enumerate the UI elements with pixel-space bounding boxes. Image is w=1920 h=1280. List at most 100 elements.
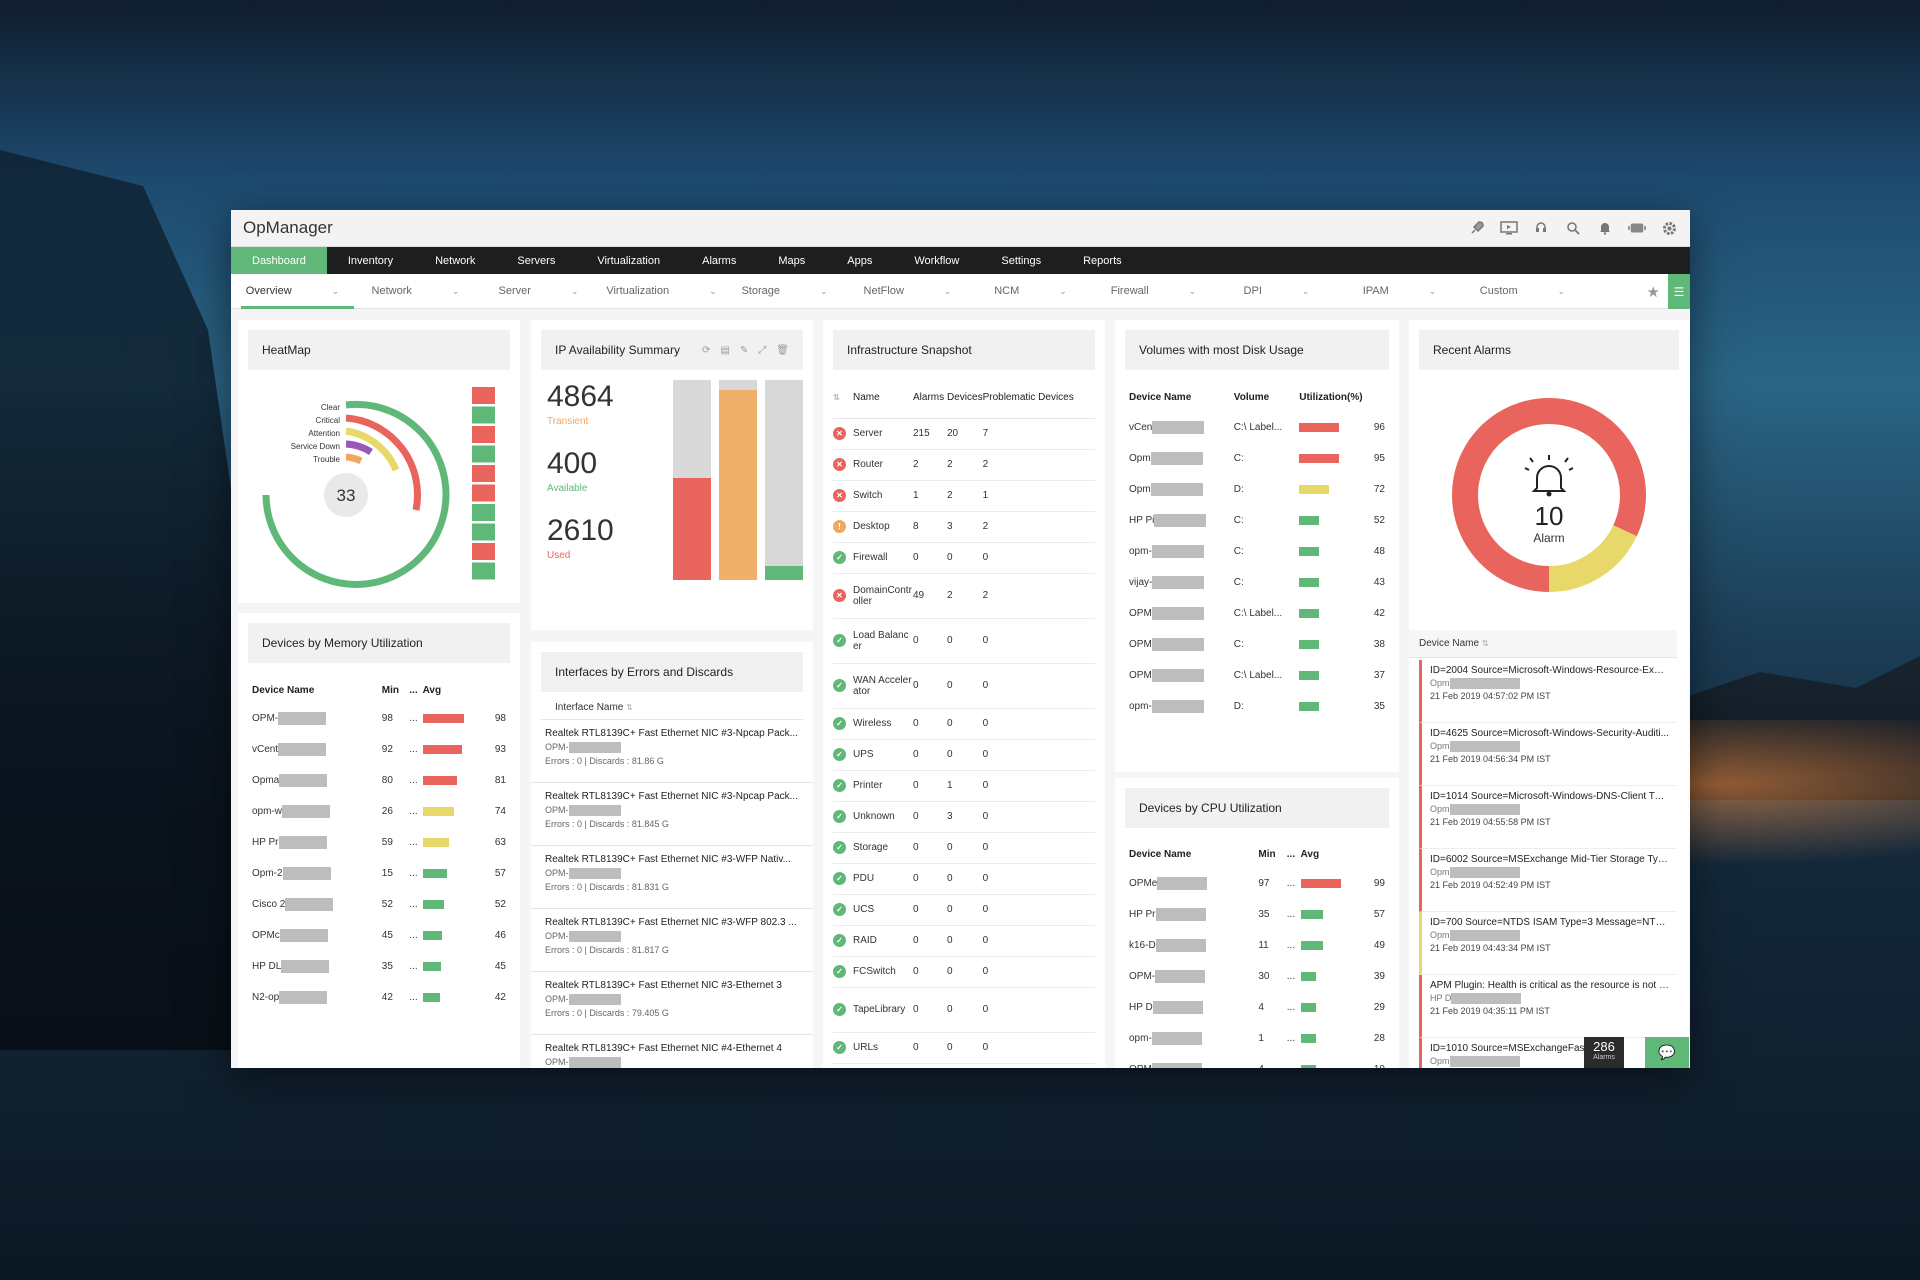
col-more[interactable]: ... (409, 677, 422, 703)
heatmap-cell[interactable] (472, 484, 495, 502)
table-row[interactable]: ✓ WAN Accelerator 0 0 0 (833, 663, 1095, 708)
ip-bar-transient[interactable] (673, 380, 711, 580)
chevron-down-icon[interactable]: ⌄ (1189, 286, 1197, 297)
table-row[interactable]: ✓ UCS 0 0 0 (833, 894, 1095, 925)
device-cell[interactable]: HP Pr (1129, 899, 1258, 930)
ip-bar-used[interactable] (765, 380, 803, 580)
chevron-down-icon[interactable]: ⌄ (1059, 286, 1067, 297)
tab-storage[interactable]: Storage ⌄ (723, 274, 846, 308)
chevron-down-icon[interactable]: ⌄ (1558, 286, 1566, 297)
device-cell[interactable]: OPM (1129, 598, 1234, 629)
category-name[interactable]: Router (853, 449, 913, 480)
list-item[interactable]: Realtek RTL8139C+ Fast Ethernet NIC #3-W… (531, 909, 813, 972)
heatmap-cell[interactable] (472, 426, 495, 443)
device-cell[interactable]: OPMc (252, 920, 382, 951)
device-cell[interactable]: OPM- (1129, 961, 1258, 992)
list-item[interactable]: Realtek RTL8139C+ Fast Ethernet NIC #3-N… (531, 720, 813, 783)
device-cell[interactable]: Opma (252, 765, 382, 796)
table-row[interactable]: Opm-2 15... 57 (252, 858, 506, 889)
device-cell[interactable]: HP DL (252, 951, 382, 982)
list-item[interactable]: Realtek RTL8139C+ Fast Ethernet NIC #4-E… (531, 1035, 813, 1068)
table-row[interactable]: HP Pr 59... 63 (252, 827, 506, 858)
category-name[interactable]: PDU (853, 863, 913, 894)
nav-apps[interactable]: Apps (826, 247, 893, 274)
heatmap-cell[interactable] (472, 504, 495, 521)
table-row[interactable]: OPM- 30... 39 (1129, 961, 1385, 992)
col-name[interactable]: Name (853, 378, 913, 418)
col-device-name[interactable]: Device Name (252, 677, 382, 703)
list-item[interactable]: Realtek RTL8139C+ Fast Ethernet NIC #3-N… (531, 783, 813, 846)
category-name[interactable]: DomainController (853, 573, 913, 618)
table-row[interactable]: k16-D 11... 49 (1129, 930, 1385, 961)
device-cell[interactable]: opm- (1129, 691, 1234, 722)
category-name[interactable]: UCS (853, 894, 913, 925)
tab-ncm[interactable]: NCM ⌄ (969, 274, 1092, 308)
search-icon[interactable] (1564, 219, 1582, 237)
list-item[interactable]: ID=1010 Source=MSExchangeFast...pe=... Op… (1419, 1038, 1677, 1068)
rocket-icon[interactable] (1468, 219, 1486, 237)
device-cell[interactable]: N2-op (252, 982, 382, 1013)
table-row[interactable]: ✓ PDU 0 0 0 (833, 863, 1095, 894)
nav-reports[interactable]: Reports (1062, 247, 1143, 274)
col-problematic[interactable]: Problematic Devices (983, 378, 1095, 418)
sort-icon[interactable]: ⇅ (833, 378, 853, 418)
nav-alarms[interactable]: Alarms (681, 247, 757, 274)
ip-bar-available[interactable] (719, 380, 757, 580)
table-row[interactable]: ✕ DomainController 49 2 2 (833, 573, 1095, 618)
col-device-name[interactable]: Device Name (1129, 840, 1258, 868)
table-row[interactable]: OPM C: 38 (1129, 629, 1385, 660)
device-cell[interactable]: Cisco 2 (252, 889, 382, 920)
col-avg[interactable]: Avg (423, 677, 489, 703)
star-icon[interactable]: ★ (1647, 283, 1660, 301)
col-alarms[interactable]: Alarms (913, 378, 947, 418)
table-row[interactable]: Opma 80... 81 (252, 765, 506, 796)
col-utilization[interactable]: Utilization(%) (1299, 382, 1385, 412)
col-volume[interactable]: Volume (1234, 382, 1299, 412)
col-device-name[interactable]: Device Name (1129, 382, 1234, 412)
table-row[interactable]: ! Desktop 8 3 2 (833, 511, 1095, 542)
chevron-down-icon[interactable]: ⌄ (1429, 286, 1437, 297)
table-row[interactable]: opm- 1... 28 (1129, 1023, 1385, 1054)
tab-ipam[interactable]: IPAM ⌄ (1338, 274, 1461, 308)
table-row[interactable]: ✓ Unknown 0 3 0 (833, 801, 1095, 832)
chevron-down-icon[interactable]: ⌄ (1302, 286, 1310, 297)
list-item[interactable]: ID=4625 Source=Microsoft-Windows-Securit… (1419, 723, 1677, 786)
table-row[interactable]: ✓ Printer 0 1 0 (833, 770, 1095, 801)
chevron-down-icon[interactable]: ⌄ (452, 286, 460, 297)
table-row[interactable]: vCent 92... 93 (252, 734, 506, 765)
nav-network[interactable]: Network (414, 247, 496, 274)
device-cell[interactable]: HP Pr (252, 827, 382, 858)
category-name[interactable]: Printer (853, 770, 913, 801)
table-row[interactable]: OPM C:\ Label... 37 (1129, 660, 1385, 691)
device-cell[interactable]: vCent (252, 734, 382, 765)
device-cell[interactable]: OPM (1129, 1054, 1258, 1068)
chevron-down-icon[interactable]: ⌄ (820, 286, 828, 297)
col-device-name[interactable]: Device Name ⇅ (1409, 630, 1677, 658)
list-item[interactable]: ID=1014 Source=Microsoft-Windows-DNS-Cli… (1419, 786, 1677, 849)
device-cell[interactable]: vijay- (1129, 567, 1234, 598)
device-cell[interactable]: k16-D (1129, 930, 1258, 961)
heatmap-cell[interactable] (472, 445, 495, 463)
col-more[interactable]: ... (1287, 840, 1301, 868)
category-name[interactable]: TapeLibrary (853, 987, 913, 1032)
category-name[interactable]: URLs (853, 1032, 913, 1063)
nav-settings[interactable]: Settings (980, 247, 1062, 274)
category-name[interactable]: FCSwitch (853, 956, 913, 987)
col-interface-name[interactable]: Interface Name ⇅ (541, 692, 803, 720)
list-item[interactable]: ID=6002 Source=MSExchange Mid-Tier Stora… (1419, 849, 1677, 912)
tab-dpi[interactable]: DPI ⌄ (1215, 274, 1338, 308)
tab-virtualization[interactable]: Virtualization ⌄ (600, 274, 723, 308)
category-name[interactable]: Wireless (853, 708, 913, 739)
monitor-icon[interactable] (1500, 219, 1518, 237)
table-row[interactable]: Opm D: 72 (1129, 474, 1385, 505)
heatmap-cell[interactable] (472, 387, 495, 404)
device-cell[interactable]: OPM (1129, 660, 1234, 691)
col-devices[interactable]: Devices (947, 378, 983, 418)
device-cell[interactable]: Opm (1129, 443, 1234, 474)
table-row[interactable]: ✓ UPS 0 0 0 (833, 739, 1095, 770)
list-item[interactable]: ID=2004 Source=Microsoft-Windows-Resourc… (1419, 660, 1677, 723)
tab-server[interactable]: Server ⌄ (477, 274, 600, 308)
nav-maps[interactable]: Maps (757, 247, 826, 274)
table-row[interactable]: ✕ Server 215 20 7 (833, 418, 1095, 449)
device-cell[interactable]: HP D (1129, 992, 1258, 1023)
